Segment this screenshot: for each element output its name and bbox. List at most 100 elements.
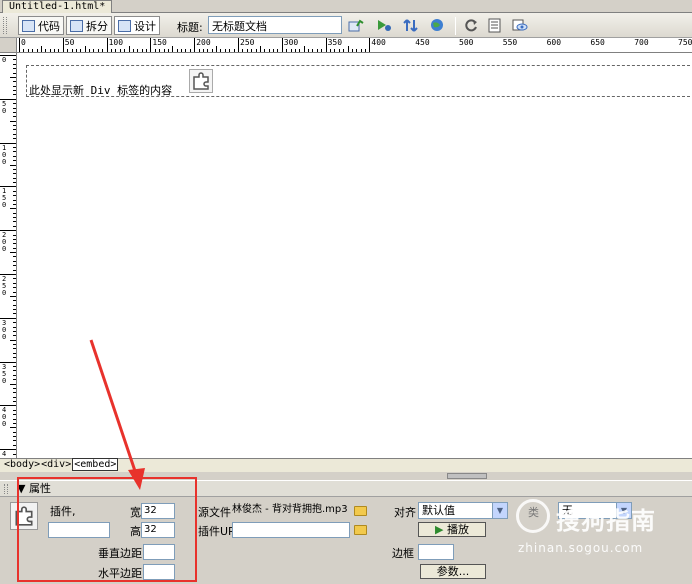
ruler-tick — [27, 49, 29, 52]
ruler-tick — [13, 335, 16, 337]
browse-source-folder-icon[interactable] — [354, 506, 367, 516]
ruler-tick — [321, 49, 323, 52]
view-options-icon[interactable] — [487, 18, 503, 33]
ruler-tick — [132, 49, 134, 52]
ruler-tick — [80, 49, 82, 52]
code-view-label: 代码 — [38, 19, 60, 33]
height-field[interactable]: 32 — [141, 522, 175, 538]
tag-embed[interactable]: <embed> — [72, 458, 119, 471]
ruler-tick — [13, 151, 16, 153]
split-view-button[interactable]: 拆分 — [66, 16, 112, 35]
ruler-tick — [325, 38, 327, 52]
class-label: 类 — [528, 506, 539, 519]
ruler-tick — [13, 352, 16, 354]
horizontal-space-field[interactable] — [143, 564, 175, 580]
vertical-space-field[interactable] — [143, 544, 175, 560]
ruler-tick — [67, 49, 69, 52]
ruler-tick — [334, 49, 336, 52]
ruler-tick — [13, 387, 16, 389]
vertical-space-label: 垂直边距 — [98, 547, 142, 560]
source-field[interactable]: 林俊杰 - 背对背拥抱.mp3 — [230, 503, 350, 519]
debug-icon[interactable] — [403, 18, 419, 33]
plugin-url-field[interactable] — [232, 522, 350, 538]
ruler-tick — [338, 49, 340, 52]
ruler-tick — [211, 49, 213, 52]
panel-collapse-handle[interactable] — [447, 473, 487, 479]
document-tab-bar: Untitled-1.html* — [0, 0, 692, 13]
browse-url-folder-icon[interactable] — [354, 525, 367, 535]
ruler-tick — [13, 247, 16, 249]
parameters-button[interactable]: 参数... — [420, 564, 486, 579]
collapse-arrow-icon[interactable]: ▼ — [17, 482, 25, 495]
ruler-tick — [264, 49, 266, 52]
ruler-tick — [146, 49, 148, 52]
ruler-label: 100 — [2, 143, 7, 166]
horizontal-space-label: 水平边距 — [98, 567, 142, 580]
ruler-tick — [119, 49, 121, 52]
ruler-label: 500 — [459, 38, 474, 47]
properties-title: 属性 — [28, 482, 51, 495]
code-view-button[interactable]: 代码 — [18, 16, 64, 35]
panel-grip[interactable] — [4, 484, 8, 494]
div-tag-outline[interactable]: 此处显示新 Div 标签的内容 — [26, 65, 690, 97]
globe-icon[interactable] — [430, 18, 446, 33]
ruler-tick — [13, 177, 16, 179]
tag-div[interactable]: <div> — [41, 459, 71, 470]
dropdown-arrow-icon[interactable]: ▼ — [616, 503, 631, 518]
ruler-tick — [137, 49, 139, 52]
refresh-icon[interactable] — [463, 18, 479, 33]
visual-aids-icon[interactable] — [512, 18, 528, 33]
ruler-tick — [13, 300, 16, 302]
ruler-tick — [13, 68, 16, 70]
border-field[interactable] — [418, 544, 454, 560]
ruler-label: 750 — [678, 38, 692, 47]
ruler-tick — [229, 49, 231, 52]
design-view-button[interactable]: 设计 — [114, 16, 160, 35]
width-field[interactable]: 32 — [141, 503, 175, 519]
ruler-tick — [13, 396, 16, 398]
ruler-label: 550 — [502, 38, 518, 47]
plugin-embed-icon[interactable] — [189, 69, 213, 93]
ruler-label: 250 — [240, 38, 255, 47]
ruler-tick — [150, 38, 152, 52]
toolbar-separator — [455, 17, 456, 35]
toolbar-grip[interactable] — [3, 17, 7, 34]
align-select[interactable]: 默认值 ▼ — [418, 502, 508, 519]
preview-browser-icon[interactable] — [376, 18, 392, 33]
panel-splitter[interactable] — [0, 472, 692, 480]
class-select-value: 无 — [562, 504, 573, 517]
ruler-tick — [13, 344, 16, 346]
puzzle-icon — [15, 506, 33, 526]
ruler-tick — [181, 49, 183, 52]
height-label: 高 — [130, 525, 141, 538]
ruler-label: 0 — [2, 56, 7, 64]
ruler-tick — [13, 313, 16, 315]
ruler-tick — [13, 414, 16, 416]
document-tab[interactable]: Untitled-1.html* — [2, 0, 113, 13]
ruler-tick — [13, 63, 16, 65]
ruler-tick — [154, 49, 156, 52]
ruler-corner — [0, 38, 17, 53]
play-button[interactable]: ▶ 播放 — [418, 522, 486, 537]
tag-body[interactable]: <body> — [4, 459, 40, 470]
ruler-label: 0 — [21, 38, 26, 47]
dropdown-arrow-icon[interactable]: ▼ — [492, 503, 507, 518]
plugin-name-field[interactable] — [48, 522, 110, 538]
ruler-tick — [13, 348, 16, 350]
title-input[interactable]: 无标题文档 — [208, 16, 342, 34]
ruler-label: 400 — [371, 38, 386, 47]
ruler-tick — [207, 49, 209, 52]
ruler-tick — [13, 203, 16, 205]
class-select[interactable]: 无 ▼ — [558, 502, 632, 519]
ruler-tick — [13, 392, 16, 394]
ruler-tick — [13, 409, 16, 411]
design-canvas[interactable]: 此处显示新 Div 标签的内容 — [17, 53, 692, 458]
ruler-tick — [40, 46, 42, 52]
ruler-tick — [32, 49, 34, 52]
ruler-tick — [13, 221, 16, 223]
file-management-icon[interactable] — [348, 18, 364, 33]
properties-panel-header[interactable]: ▼ 属性 — [0, 480, 692, 497]
ruler-tick — [329, 49, 331, 52]
ruler-tick — [13, 173, 16, 175]
ruler-tick — [13, 357, 16, 359]
